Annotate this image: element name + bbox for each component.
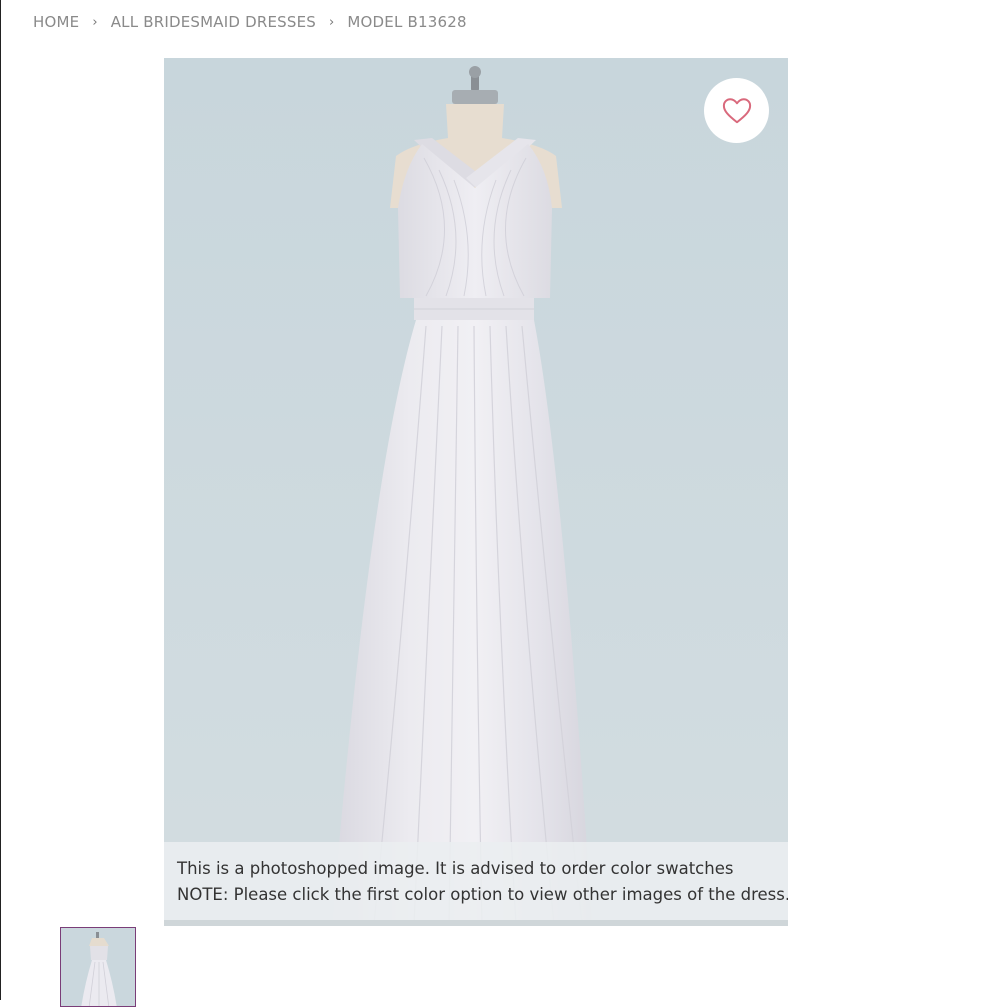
image-bottom-bar — [164, 920, 788, 926]
page-left-edge — [0, 0, 1, 1000]
wishlist-button[interactable] — [704, 78, 769, 143]
dress-photo — [164, 58, 788, 926]
dress-thumbnail — [61, 928, 135, 1006]
disclaimer-line-1: This is a photoshopped image. It is advi… — [177, 859, 734, 878]
product-main-image[interactable]: This is a photoshopped image. It is advi… — [164, 58, 788, 926]
breadcrumb-home[interactable]: HOME — [33, 13, 79, 31]
breadcrumb: HOME › ALL BRIDESMAID DRESSES › MODEL B1… — [33, 12, 467, 32]
thumbnail-image-1[interactable] — [60, 927, 136, 1007]
chevron-right-icon: › — [329, 14, 335, 30]
image-disclaimer: This is a photoshopped image. It is advi… — [164, 842, 788, 920]
breadcrumb-current-model: MODEL B13628 — [347, 13, 467, 31]
breadcrumb-all-bridesmaid-dresses[interactable]: ALL BRIDESMAID DRESSES — [111, 13, 316, 31]
heart-icon — [722, 97, 751, 123]
chevron-right-icon: › — [92, 14, 98, 30]
disclaimer-line-2: NOTE: Please click the first color optio… — [177, 885, 788, 904]
